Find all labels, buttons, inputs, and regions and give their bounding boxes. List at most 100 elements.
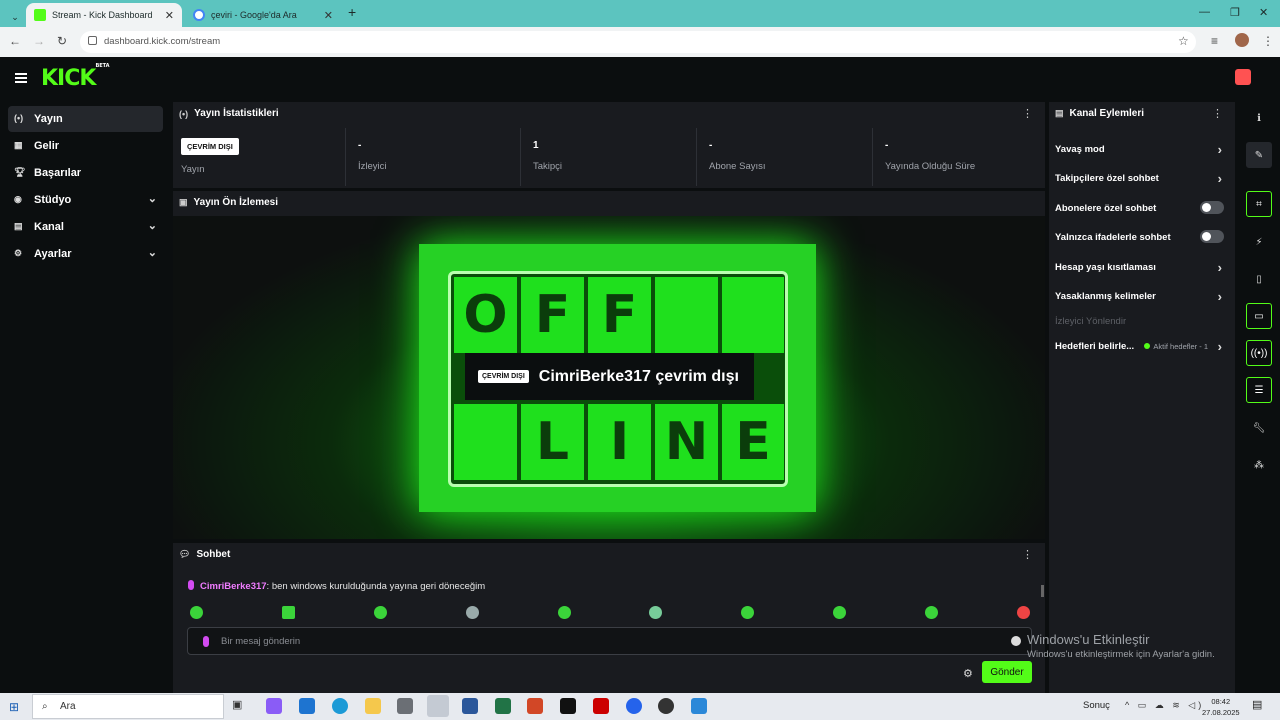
- chevron-down-icon: ⌄: [147, 193, 157, 205]
- tab-google-search[interactable]: çeviri - Google'da Ara ✕: [185, 3, 341, 27]
- chat-panel: 💬︎ Sohbet ⋮ CimriBerke317: ben windows ku…: [173, 543, 1045, 693]
- action-subscribers-only: Abonelere özel sohbet: [1055, 201, 1230, 214]
- powerpoint-icon[interactable]: [527, 698, 543, 714]
- emoji-picker-icon[interactable]: [1011, 636, 1021, 646]
- stream-settings-icon[interactable]: ☰: [1246, 377, 1272, 403]
- action-viewer-redirect: İzleyici Yönlendir: [1055, 316, 1127, 327]
- sign-letter: F: [521, 277, 584, 353]
- file-explorer-icon[interactable]: [365, 698, 381, 714]
- chat-username[interactable]: CimriBerke317: [200, 581, 267, 592]
- taskbar-search-box[interactable]: ⌕ Ara: [32, 694, 224, 719]
- close-window-icon[interactable]: ✕: [1259, 6, 1268, 19]
- sidebar-item-kanal[interactable]: ▤ Kanal ⌄: [8, 214, 163, 240]
- obs-icon[interactable]: [658, 698, 674, 714]
- forward-icon[interactable]: →: [33, 34, 45, 48]
- document-icon[interactable]: ▯: [1246, 266, 1272, 292]
- minimize-icon[interactable]: —: [1199, 6, 1210, 18]
- tab-list-button[interactable]: ⌄: [6, 5, 24, 29]
- chat-settings-gear-icon[interactable]: ⚙: [963, 667, 973, 680]
- restore-icon[interactable]: ❐: [1230, 6, 1240, 19]
- subscribers-only-toggle[interactable]: [1200, 201, 1224, 214]
- chat-scrollbar[interactable]: [1041, 585, 1044, 597]
- chevron-down-icon: ⌄: [147, 247, 157, 259]
- emote-icon[interactable]: [741, 606, 754, 619]
- action-account-age[interactable]: Hesap yaşı kısıtlaması ›: [1055, 260, 1230, 275]
- chat-message-text: : ben windows kurulduğunda yayına geri d…: [266, 581, 486, 592]
- share-icon[interactable]: ⁂: [1246, 452, 1272, 478]
- word-icon[interactable]: [462, 698, 478, 714]
- tiktok-icon[interactable]: [560, 698, 576, 714]
- wrench-icon[interactable]: 🔧︎: [1246, 415, 1272, 441]
- emote-icon[interactable]: [190, 606, 203, 619]
- bookmark-star-icon[interactable]: ☆: [1178, 34, 1189, 48]
- edge-icon[interactable]: [332, 698, 348, 714]
- emote-icon[interactable]: [1017, 606, 1030, 619]
- mail-icon[interactable]: [299, 698, 315, 714]
- task-view-icon[interactable]: ▣: [232, 698, 248, 714]
- panel-menu-icon[interactable]: ⋮: [1022, 548, 1033, 561]
- emote-icon[interactable]: [649, 606, 662, 619]
- profile-avatar[interactable]: [1235, 33, 1249, 47]
- action-slow-mode[interactable]: Yavaş mod ›: [1055, 142, 1230, 157]
- store-icon[interactable]: [397, 698, 413, 714]
- panel-menu-icon[interactable]: ⋮: [1212, 107, 1223, 120]
- site-info-icon[interactable]: [88, 36, 97, 45]
- hamburger-menu-icon[interactable]: [15, 73, 27, 83]
- panel-menu-icon[interactable]: ⋮: [1022, 107, 1033, 120]
- sidebar-item-basarilar[interactable]: 🏆︎ Başarılar: [8, 160, 163, 186]
- emote-icon[interactable]: [466, 606, 479, 619]
- vscode-icon[interactable]: [691, 698, 707, 714]
- sign-letter: I: [588, 404, 651, 480]
- user-avatar[interactable]: [1235, 69, 1251, 85]
- address-bar[interactable]: dashboard.kick.com/stream: [80, 31, 1196, 53]
- windows-start-icon[interactable]: ⊞: [9, 700, 19, 714]
- new-tab-icon[interactable]: +: [348, 4, 356, 20]
- broadcast-signal-icon[interactable]: ((•)): [1246, 340, 1272, 366]
- close-tab-icon[interactable]: ✕: [324, 9, 333, 22]
- excel-icon[interactable]: [495, 698, 511, 714]
- lightning-icon[interactable]: ⚡︎: [1246, 229, 1272, 255]
- emote-icon[interactable]: [925, 606, 938, 619]
- weather-widget[interactable]: Sonuç: [1083, 700, 1110, 711]
- clip-capture-icon[interactable]: ⌗: [1246, 191, 1272, 217]
- sidebar-item-yayin[interactable]: (•) Yayın: [8, 106, 163, 132]
- notifications-icon[interactable]: ▤: [1252, 698, 1268, 714]
- stat-subscribers: - Abone Sayısı: [697, 128, 873, 186]
- reload-icon[interactable]: ↻: [57, 34, 67, 48]
- browser-nav-bar: ← → ↻ dashboard.kick.com/stream ☆ ≡ ⋮: [0, 27, 1280, 57]
- taskbar-clock[interactable]: 08:42 27.08.2025: [1202, 696, 1240, 718]
- close-tab-icon[interactable]: ✕: [165, 9, 174, 22]
- app-icon[interactable]: [626, 698, 642, 714]
- send-button[interactable]: Gönder: [982, 661, 1032, 683]
- panel-title: (•) Yayın İstatistikleri: [179, 108, 279, 119]
- preview-icon: ▣: [179, 197, 188, 207]
- stat-value: -: [358, 140, 362, 151]
- kick-logo[interactable]: KICKBETA: [41, 63, 110, 91]
- browser-tab-bar: ⌄ Stream - Kick Dashboard ✕ çeviri - Goo…: [0, 0, 1280, 27]
- media-app-icon[interactable]: [593, 698, 609, 714]
- sidebar-item-studyo[interactable]: ◉ Stüdyo ⌄: [8, 187, 163, 213]
- chevron-right-icon: ›: [1217, 171, 1222, 186]
- chat-icon[interactable]: ▭: [1246, 303, 1272, 329]
- media-controls-icon[interactable]: ≡: [1211, 34, 1218, 48]
- emote-icon[interactable]: [833, 606, 846, 619]
- tab-kick-dashboard[interactable]: Stream - Kick Dashboard ✕: [26, 3, 182, 27]
- chrome-active-icon[interactable]: [427, 695, 449, 717]
- info-icon[interactable]: ℹ: [1246, 105, 1272, 131]
- sidebar-item-gelir[interactable]: ▦ Gelir: [8, 133, 163, 159]
- copilot-icon[interactable]: [266, 698, 282, 714]
- emote-icon[interactable]: [282, 606, 295, 619]
- chevron-right-icon: ›: [1217, 339, 1222, 354]
- action-banned-words[interactable]: Yasaklanmış kelimeler ›: [1055, 289, 1230, 304]
- sidebar-item-ayarlar[interactable]: ⚙ Ayarlar ⌄: [8, 241, 163, 267]
- system-tray-icons[interactable]: ^ ▭ ☁ ≋ ◁): [1125, 700, 1204, 711]
- action-followers-only[interactable]: Takipçilere özel sohbet ›: [1055, 171, 1230, 186]
- emote-only-toggle[interactable]: [1200, 230, 1224, 243]
- emote-icon[interactable]: [374, 606, 387, 619]
- edit-pencil-icon[interactable]: ✎: [1246, 142, 1272, 168]
- chat-message-input[interactable]: Bir mesaj gönderin: [187, 627, 1032, 655]
- action-set-goals[interactable]: Hedefleri belirle... Aktif hedefler - 1 …: [1055, 339, 1230, 354]
- menu-kebab-icon[interactable]: ⋮: [1262, 34, 1274, 48]
- emote-icon[interactable]: [558, 606, 571, 619]
- back-icon[interactable]: ←: [9, 34, 21, 48]
